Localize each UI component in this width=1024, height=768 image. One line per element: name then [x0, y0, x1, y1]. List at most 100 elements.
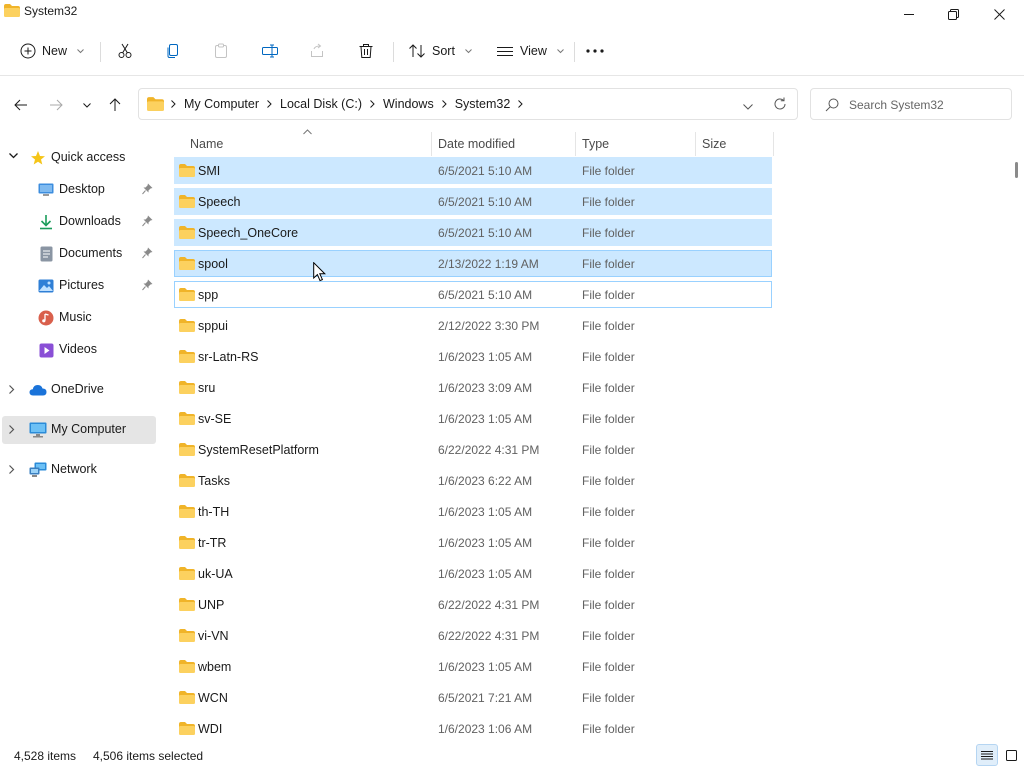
sidebar-item-network[interactable]: Network: [2, 456, 156, 484]
pin-icon[interactable]: [142, 247, 153, 259]
forward-button[interactable]: [45, 94, 67, 116]
pin-icon[interactable]: [142, 215, 153, 227]
file-type: File folder: [582, 598, 635, 612]
sidebar-item-music[interactable]: Music: [2, 304, 156, 332]
delete-button[interactable]: [358, 38, 374, 64]
file-row[interactable]: UNP 6/22/2022 4:31 PM File folder: [174, 591, 772, 618]
restore-button[interactable]: [930, 0, 976, 28]
column-divider[interactable]: [773, 132, 774, 156]
folder-icon: [179, 660, 195, 676]
sidebar-item-documents[interactable]: Documents: [2, 240, 156, 268]
vertical-scrollbar[interactable]: [1012, 132, 1024, 738]
breadcrumb-item[interactable]: My Computer: [180, 97, 263, 111]
file-name: sppui: [198, 319, 228, 333]
file-row[interactable]: sppui 2/12/2022 3:30 PM File folder: [174, 312, 772, 339]
more-options-button[interactable]: [586, 38, 604, 64]
view-button[interactable]: View: [496, 38, 564, 64]
sidebar-item-quick-access[interactable]: Quick access: [2, 144, 156, 172]
column-header-name[interactable]: Name: [190, 137, 223, 151]
sidebar-item-pictures[interactable]: Pictures: [2, 272, 156, 300]
file-row[interactable]: SystemResetPlatform 6/22/2022 4:31 PM File…: [174, 436, 772, 463]
file-type: File folder: [582, 412, 635, 426]
address-dropdown-button[interactable]: [743, 99, 753, 113]
breadcrumb-item[interactable]: Local Disk (C:): [276, 97, 366, 111]
share-button[interactable]: [309, 38, 325, 64]
chevron-right-icon[interactable]: [9, 425, 15, 434]
chevron-down-icon: [465, 48, 472, 53]
close-button[interactable]: [976, 0, 1022, 28]
folder-icon: [179, 319, 195, 335]
sidebar-item-onedrive[interactable]: OneDrive: [2, 376, 156, 404]
file-row[interactable]: WCN 6/5/2021 7:21 AM File folder: [174, 684, 772, 711]
chevron-down-icon[interactable]: [9, 153, 18, 159]
folder-icon: [179, 381, 195, 397]
sidebar-item-desktop[interactable]: Desktop: [2, 176, 156, 204]
file-row[interactable]: vi-VN 6/22/2022 4:31 PM File folder: [174, 622, 772, 649]
sidebar-item-videos[interactable]: Videos: [2, 336, 156, 364]
more-icon: [586, 49, 604, 53]
breadcrumb-item[interactable]: Windows: [379, 97, 438, 111]
file-row[interactable]: spool 2/13/2022 1:19 AM File folder: [174, 250, 772, 277]
breadcrumb: My Computer Local Disk (C:) Windows Syst…: [167, 97, 527, 111]
details-view-button[interactable]: [976, 744, 998, 766]
up-button[interactable]: [104, 94, 126, 116]
file-row[interactable]: Speech_OneCore 6/5/2021 5:10 AM File folde…: [174, 219, 772, 246]
column-divider[interactable]: [431, 132, 432, 156]
column-divider[interactable]: [575, 132, 576, 156]
address-bar[interactable]: My Computer Local Disk (C:) Windows Syst…: [138, 88, 798, 120]
file-row[interactable]: th-TH 1/6/2023 1:05 AM File folder: [174, 498, 772, 525]
file-row[interactable]: uk-UA 1/6/2023 1:05 AM File folder: [174, 560, 772, 587]
search-input[interactable]: [849, 96, 1004, 114]
file-row[interactable]: Tasks 1/6/2023 6:22 AM File folder: [174, 467, 772, 494]
copy-button[interactable]: [165, 38, 181, 64]
sidebar-item-my-computer[interactable]: My Computer: [2, 416, 156, 444]
chevron-right-icon[interactable]: [366, 100, 379, 108]
sort-button[interactable]: Sort: [408, 38, 472, 64]
file-date-modified: 1/6/2023 1:05 AM: [438, 350, 533, 364]
sidebar-item-label: OneDrive: [51, 382, 104, 396]
chevron-right-icon[interactable]: [438, 100, 451, 108]
status-bar: 4,528 items 4,506 items selected: [0, 740, 1024, 768]
file-name: th-TH: [198, 505, 230, 519]
chevron-right-icon[interactable]: [9, 385, 15, 394]
rename-button[interactable]: [261, 38, 279, 64]
file-row[interactable]: spp 6/5/2021 5:10 AM File folder: [174, 281, 772, 308]
scrollbar-thumb[interactable]: [1015, 162, 1018, 178]
folder-icon: [147, 97, 164, 111]
tiles-view-button[interactable]: [1000, 744, 1022, 766]
breadcrumb-item[interactable]: System32: [451, 97, 515, 111]
search-box[interactable]: [810, 88, 1012, 120]
column-header-size[interactable]: Size: [702, 137, 726, 151]
documents-icon: [37, 245, 55, 263]
file-row[interactable]: tr-TR 1/6/2023 1:05 AM File folder: [174, 529, 772, 556]
folder-icon: [179, 288, 195, 304]
chevron-right-icon[interactable]: [9, 465, 15, 474]
pin-icon[interactable]: [142, 279, 153, 291]
file-date-modified: 1/6/2023 1:05 AM: [438, 660, 533, 674]
new-button[interactable]: New: [20, 38, 84, 64]
pin-icon[interactable]: [142, 183, 153, 195]
cut-button[interactable]: [117, 38, 133, 64]
refresh-button[interactable]: [773, 97, 787, 114]
column-header-type[interactable]: Type: [582, 137, 609, 151]
column-header-date-modified[interactable]: Date modified: [438, 137, 515, 151]
recent-locations-button[interactable]: [76, 94, 98, 116]
chevron-right-icon[interactable]: [263, 100, 276, 108]
chevron-right-icon[interactable]: [514, 100, 527, 108]
file-row[interactable]: Speech 6/5/2021 5:10 AM File folder: [174, 188, 772, 215]
file-type: File folder: [582, 536, 635, 550]
file-name: sv-SE: [198, 412, 232, 426]
minimize-button[interactable]: [886, 0, 932, 28]
file-row[interactable]: wbem 1/6/2023 1:05 AM File folder: [174, 653, 772, 680]
file-row[interactable]: WDI 1/6/2023 1:06 AM File folder: [174, 715, 772, 738]
file-date-modified: 6/5/2021 5:10 AM: [438, 288, 533, 302]
sidebar-item-label: Network: [51, 462, 97, 476]
file-row[interactable]: sv-SE 1/6/2023 1:05 AM File folder: [174, 405, 772, 432]
sidebar-item-downloads[interactable]: Downloads: [2, 208, 156, 236]
file-row[interactable]: SMI 6/5/2021 5:10 AM File folder: [174, 157, 772, 184]
file-row[interactable]: sr-Latn-RS 1/6/2023 1:05 AM File folder: [174, 343, 772, 370]
column-divider[interactable]: [695, 132, 696, 156]
paste-button[interactable]: [213, 38, 229, 64]
back-button[interactable]: [10, 94, 32, 116]
file-row[interactable]: sru 1/6/2023 3:09 AM File folder: [174, 374, 772, 401]
